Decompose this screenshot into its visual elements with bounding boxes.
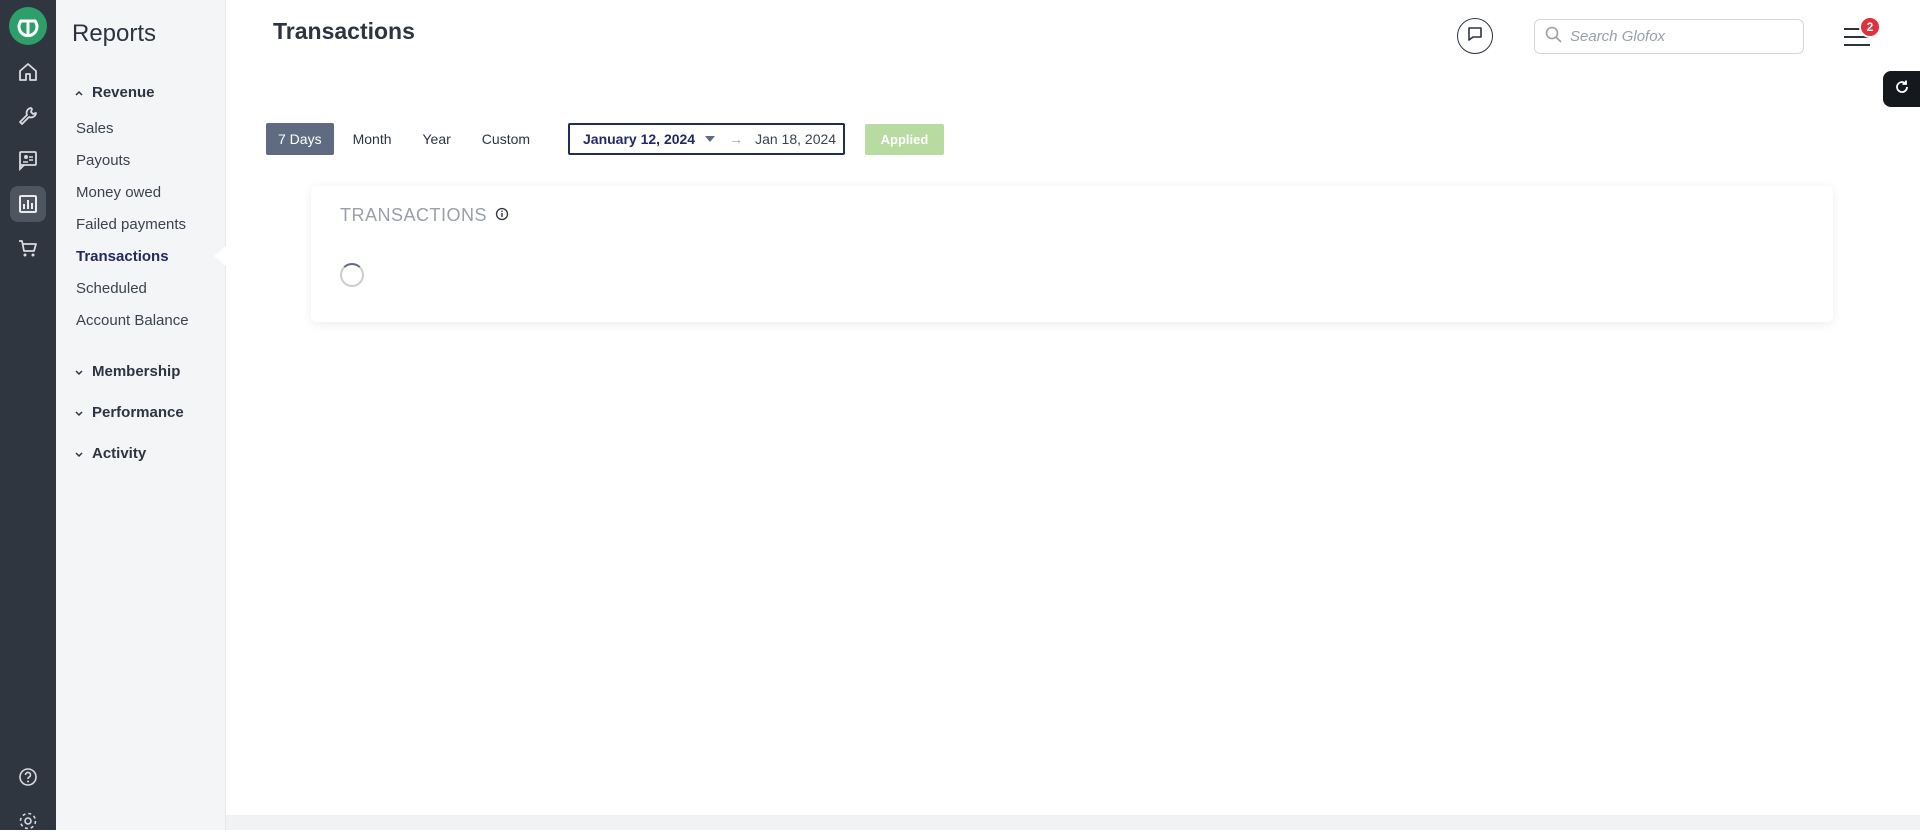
- member-card-icon[interactable]: [10, 142, 46, 178]
- sidebar-item-payouts[interactable]: Payouts: [76, 152, 130, 169]
- horizontal-scrollbar[interactable]: [226, 815, 1920, 830]
- group-activity[interactable]: Activity: [74, 445, 146, 462]
- glofox-logo-icon[interactable]: [9, 7, 47, 45]
- group-label: Revenue: [92, 84, 155, 101]
- sidebar-item-failed-payments[interactable]: Failed payments: [76, 216, 186, 233]
- group-membership[interactable]: Membership: [74, 363, 180, 380]
- period-custom-button[interactable]: Custom: [470, 123, 542, 155]
- applied-button[interactable]: Applied: [865, 124, 944, 155]
- home-icon[interactable]: [10, 54, 46, 90]
- search-box[interactable]: [1534, 19, 1804, 54]
- info-icon[interactable]: [495, 205, 509, 226]
- card-title: TRANSACTIONS: [340, 205, 509, 226]
- transactions-card: TRANSACTIONS: [311, 186, 1833, 322]
- search-icon: [1545, 26, 1562, 48]
- settings-gear-icon[interactable]: [10, 803, 46, 839]
- chat-button[interactable]: [1457, 18, 1493, 54]
- caret-down-icon[interactable]: [705, 136, 716, 142]
- sidebar-title: Reports: [72, 20, 157, 47]
- group-label: Activity: [92, 445, 147, 462]
- reports-sidebar: Reports Revenue Sales Payouts Money owed…: [56, 0, 226, 830]
- period-month-button[interactable]: Month: [341, 123, 404, 155]
- group-label: Performance: [92, 404, 184, 421]
- group-performance[interactable]: Performance: [74, 404, 184, 421]
- chevron-down-icon: [74, 367, 84, 377]
- loading-spinner: [340, 263, 364, 287]
- reports-chart-icon[interactable]: [10, 186, 46, 222]
- notification-badge: 2: [1859, 16, 1881, 38]
- sidebar-item-scheduled[interactable]: Scheduled: [76, 280, 147, 297]
- period-7-days-button[interactable]: 7 Days: [266, 123, 334, 155]
- refresh-icon: [1894, 79, 1910, 100]
- period-year-button[interactable]: Year: [411, 123, 463, 155]
- date-end-field[interactable]: Jan 18, 2024: [755, 131, 836, 147]
- chevron-down-icon: [74, 408, 84, 418]
- icon-rail: [0, 0, 56, 830]
- cart-icon[interactable]: [10, 230, 46, 266]
- sidebar-item-sales[interactable]: Sales: [76, 120, 114, 137]
- chat-bubble-icon: [1466, 25, 1484, 48]
- chevron-down-icon: [74, 449, 84, 459]
- group-revenue[interactable]: Revenue: [74, 84, 155, 101]
- page-title: Transactions: [273, 18, 415, 44]
- menu-bar: [1844, 44, 1870, 46]
- arrow-right-icon: →: [729, 131, 744, 147]
- wrench-icon[interactable]: [10, 98, 46, 134]
- help-icon[interactable]: [10, 759, 46, 795]
- group-label: Membership: [92, 363, 181, 380]
- date-range-picker[interactable]: January 12, 2024 → Jan 18, 2024: [568, 123, 845, 155]
- search-input[interactable]: [1570, 28, 1790, 45]
- chevron-up-icon: [74, 88, 84, 98]
- sidebar-item-account-balance[interactable]: Account Balance: [76, 312, 189, 329]
- active-indicator: [214, 246, 226, 266]
- card-title-text: TRANSACTIONS: [340, 205, 488, 225]
- sidebar-item-money-owed[interactable]: Money owed: [76, 184, 161, 201]
- period-filter-group: 7 Days Month Year Custom: [266, 123, 549, 155]
- feedback-side-tab[interactable]: [1883, 71, 1920, 107]
- date-start-field[interactable]: January 12, 2024: [583, 131, 695, 147]
- sidebar-item-transactions[interactable]: Transactions: [76, 248, 169, 265]
